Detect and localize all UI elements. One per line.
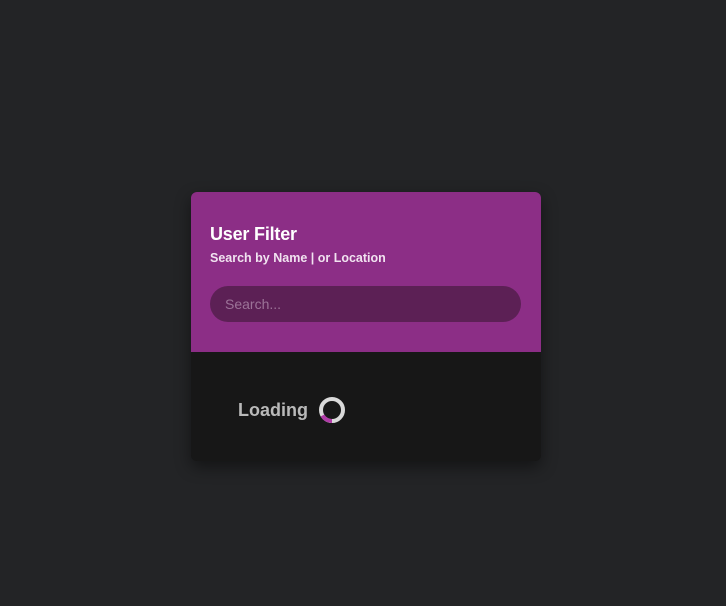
loading-indicator: Loading [238, 396, 346, 424]
loading-label: Loading [238, 400, 308, 420]
results-area: Loading [191, 352, 541, 461]
user-filter-card: User Filter Search by Name | or Location… [191, 192, 541, 461]
card-subtitle: Search by Name | or Location [210, 251, 386, 265]
loading-spinner-icon [319, 397, 345, 423]
card-title: User Filter [210, 224, 297, 244]
search-input[interactable] [210, 286, 521, 322]
card-header: User Filter Search by Name | or Location [191, 192, 541, 352]
